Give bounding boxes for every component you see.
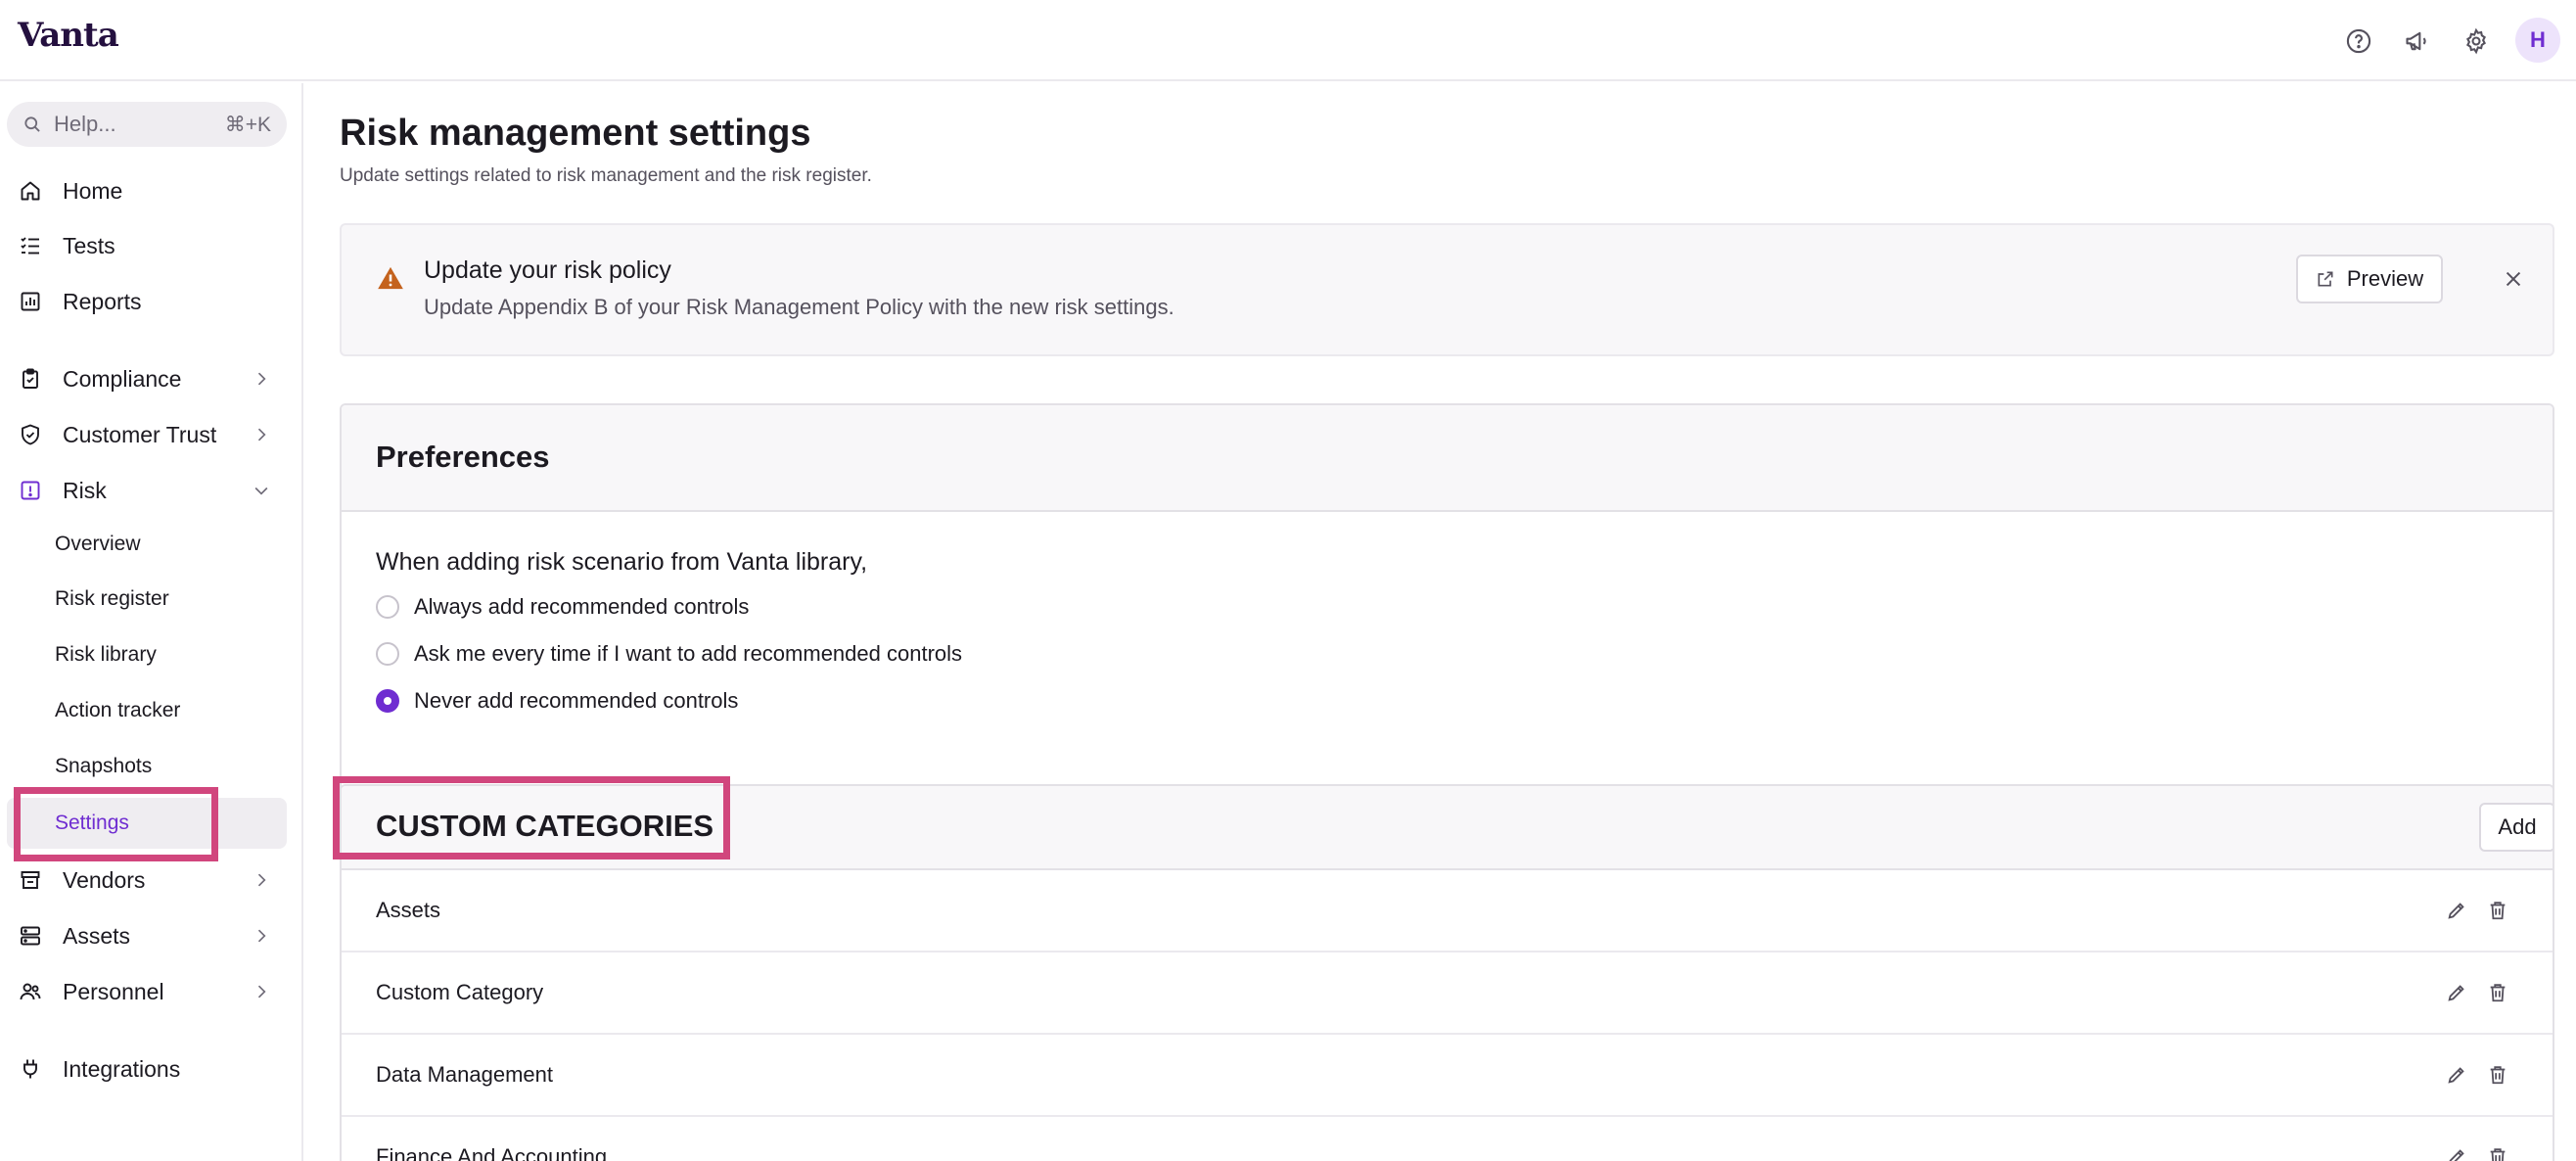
sidebar-item-customer-trust[interactable]: Customer Trust	[7, 411, 287, 458]
chevron-down-icon	[254, 487, 268, 495]
radio-option-label: Ask me every time if I want to add recom…	[414, 641, 963, 666]
trash-icon[interactable]	[2487, 1146, 2508, 1161]
megaphone-icon[interactable]	[2398, 22, 2437, 61]
table-row: Assets	[342, 870, 2553, 952]
sidebar-subitem-action-tracker[interactable]: Action tracker	[7, 685, 287, 736]
chevron-right-icon	[257, 372, 266, 386]
sidebar-item-personnel[interactable]: Personnel	[7, 968, 287, 1015]
radio-button-selected[interactable]	[376, 689, 399, 713]
sidebar-item-tests[interactable]: Tests	[7, 222, 287, 269]
table-row: Data Management	[342, 1035, 2553, 1117]
table-row: Finance And Accounting	[342, 1117, 2553, 1161]
sidebar-subitem-snapshots[interactable]: Snapshots	[7, 741, 287, 792]
sidebar-subitem-risk-register[interactable]: Risk register	[7, 574, 287, 625]
home-icon	[18, 178, 43, 204]
list-check-icon	[18, 233, 43, 258]
category-name: Finance And Accounting	[376, 1144, 608, 1161]
sidebar-item-integrations[interactable]: Integrations	[7, 1045, 287, 1092]
radio-option-label: Never add recommended controls	[414, 688, 739, 713]
vanta-logo[interactable]: Vanta	[18, 16, 119, 55]
clipboard-check-icon	[18, 366, 43, 392]
close-banner-button[interactable]	[2499, 264, 2528, 294]
sidebar-item-risk[interactable]: Risk	[7, 467, 287, 514]
radio-option-label: Always add recommended controls	[414, 594, 750, 619]
radio-option-ask[interactable]: Ask me every time if I want to add recom…	[376, 638, 962, 670]
chevron-right-icon	[257, 873, 266, 887]
pencil-icon[interactable]	[2446, 982, 2467, 1003]
banner-title: Update your risk policy	[424, 256, 671, 284]
sidebar-item-label: Reports	[63, 288, 142, 314]
search-placeholder: Help...	[54, 112, 116, 136]
sidebar-item-label: Customer Trust	[63, 421, 217, 447]
chart-icon	[18, 289, 43, 314]
sidebar-item-vendors[interactable]: Vendors	[7, 857, 287, 904]
sidebar: Help... ⌘+K Home Tests Reports Complianc…	[0, 83, 303, 1161]
category-name: Data Management	[376, 1062, 553, 1087]
plug-icon	[18, 1056, 43, 1082]
sidebar-item-label: Personnel	[63, 978, 164, 1004]
trash-icon[interactable]	[2487, 1064, 2508, 1086]
preferences-title: Preferences	[376, 440, 550, 474]
trash-icon[interactable]	[2487, 982, 2508, 1003]
people-icon	[18, 979, 43, 1004]
trash-icon[interactable]	[2487, 900, 2508, 921]
sidebar-item-label: Home	[63, 177, 123, 204]
server-icon	[18, 923, 43, 949]
pencil-icon[interactable]	[2446, 900, 2467, 921]
chevron-right-icon	[257, 428, 266, 441]
preferences-card: Preferences When adding risk scenario fr…	[340, 403, 2554, 832]
category-name: Custom Category	[376, 980, 544, 1004]
chevron-right-icon	[257, 929, 266, 943]
external-link-icon	[2318, 271, 2333, 287]
radio-option-always[interactable]: Always add recommended controls	[376, 591, 749, 623]
sidebar-item-label: Vendors	[63, 866, 146, 893]
sidebar-subitem-settings[interactable]: Settings	[7, 798, 287, 849]
close-icon	[2506, 271, 2521, 287]
page-subtitle: Update settings related to risk manageme…	[340, 165, 872, 186]
table-row: Custom Category	[342, 952, 2553, 1035]
sidebar-item-reports[interactable]: Reports	[7, 278, 287, 325]
sidebar-item-compliance[interactable]: Compliance	[7, 355, 287, 402]
chevron-right-icon	[257, 985, 266, 998]
sidebar-item-label: Tests	[63, 232, 115, 258]
sidebar-item-label: Risk	[63, 477, 107, 503]
radio-option-never[interactable]: Never add recommended controls	[376, 685, 738, 717]
gear-icon[interactable]	[2457, 22, 2496, 61]
add-category-button[interactable]: Add	[2479, 803, 2553, 852]
sidebar-item-label: Compliance	[63, 365, 182, 392]
help-search-input[interactable]: Help... ⌘+K	[7, 102, 287, 147]
help-circle-icon[interactable]	[2339, 22, 2378, 61]
avatar[interactable]: H	[2515, 18, 2560, 63]
sidebar-item-home[interactable]: Home	[7, 167, 287, 214]
preferences-card-header: Preferences	[342, 405, 2553, 512]
store-icon	[18, 867, 43, 893]
warning-icon	[378, 266, 403, 290]
custom-categories-card: CUSTOM CATEGORIES Add Assets Custom Cate…	[340, 784, 2554, 1161]
sidebar-item-label: Integrations	[63, 1055, 181, 1082]
risk-policy-banner: Update your risk policy Update Appendix …	[340, 223, 2554, 356]
sidebar-item-assets[interactable]: Assets	[7, 912, 287, 959]
sidebar-subitem-risk-library[interactable]: Risk library	[7, 629, 287, 680]
category-name: Assets	[376, 898, 441, 922]
shield-check-icon	[18, 422, 43, 447]
pencil-icon[interactable]	[2446, 1064, 2467, 1086]
custom-categories-title: CUSTOM CATEGORIES	[376, 809, 714, 843]
sidebar-subitem-overview[interactable]: Overview	[7, 519, 287, 570]
custom-categories-header: CUSTOM CATEGORIES Add	[342, 786, 2553, 870]
search-icon	[24, 116, 40, 132]
preview-button-label: Preview	[2346, 266, 2424, 291]
risk-alert-icon	[18, 478, 43, 503]
radio-button[interactable]	[376, 595, 399, 619]
sidebar-item-label: Assets	[63, 922, 131, 949]
preview-button[interactable]: Preview	[2296, 255, 2443, 303]
preferences-question: When adding risk scenario from Vanta lib…	[376, 548, 868, 576]
top-bar: Vanta H	[0, 0, 2576, 81]
page-title: Risk management settings	[340, 113, 811, 154]
banner-text: Update Appendix B of your Risk Managemen…	[424, 295, 1174, 319]
radio-button[interactable]	[376, 642, 399, 666]
main-content: Risk management settings Update settings…	[305, 83, 2576, 1161]
search-shortcut: ⌘+K	[224, 113, 271, 136]
pencil-icon[interactable]	[2446, 1146, 2467, 1161]
